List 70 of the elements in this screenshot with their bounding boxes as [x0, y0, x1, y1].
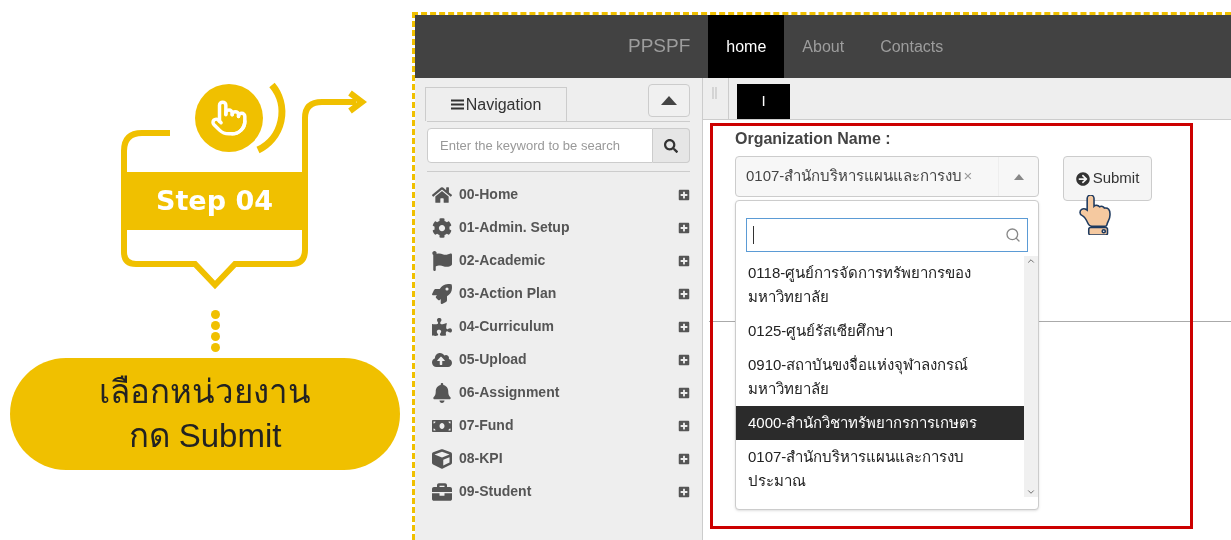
dropdown-option[interactable]: 0118-ศูนย์การจัดการทรัพยากรของมหาวิทยาลัย	[736, 256, 1024, 314]
search-button[interactable]	[653, 128, 690, 163]
dropdown-option[interactable]: 4000-สำนักวิชาทรัพยากรการเกษตร	[736, 406, 1024, 440]
search-icon	[1005, 227, 1021, 243]
nav-item[interactable]: 05-Upload	[427, 343, 690, 376]
chevron-up-icon[interactable]	[1026, 256, 1036, 266]
dropdown-option[interactable]: 0125-ศูนย์รัสเซียศึกษา	[736, 314, 1024, 348]
menu-icon	[450, 99, 464, 110]
nav-item-label: 09-Student	[459, 482, 533, 501]
nav-link[interactable]: Contacts	[862, 15, 962, 78]
dropdown-search-field[interactable]	[746, 218, 1028, 252]
search-icon	[664, 138, 679, 153]
nav-link[interactable]: home	[708, 15, 785, 78]
nav-link[interactable]: About	[784, 15, 863, 78]
nav-item-label: 04-Curriculum	[459, 317, 555, 336]
select-value: 0107-สำนักบริหารแผนและการงบ	[745, 166, 963, 187]
content-tab[interactable]: I	[737, 84, 790, 119]
search-field[interactable]: Enter the keyword to be search	[427, 128, 654, 163]
nav-item-label: 01-Admin. Setup	[459, 218, 571, 237]
nav-item-label: 02-Academic	[459, 251, 547, 270]
nav-item[interactable]: 07-Fund	[427, 409, 690, 442]
rocket-icon	[432, 283, 452, 304]
dropdown-option[interactable]: 0910-สถาบันขงจื่อแห่งจุฬาลงกรณ์มหาวิทยาลัย	[736, 348, 1024, 406]
nav-item[interactable]: 00-Home	[427, 178, 690, 211]
expand-icon	[678, 221, 690, 234]
nav-item[interactable]: 09-Student	[427, 475, 690, 508]
caret-up-icon	[1013, 173, 1024, 180]
expand-icon	[678, 386, 690, 399]
caret-up-icon	[661, 96, 677, 105]
nav-item-label: 08-KPI	[459, 449, 504, 468]
nav-item-label: 06-Assignment	[459, 383, 561, 402]
nav-item[interactable]: 03-Action Plan	[427, 277, 690, 310]
house-icon	[432, 184, 452, 205]
puzzle-icon	[432, 316, 452, 337]
expand-icon	[678, 353, 690, 366]
flag-icon	[432, 250, 452, 271]
nav-item-label: 03-Action Plan	[459, 284, 558, 303]
dropdown-option[interactable]: 0107-สำนักบริหารแผนและการงบประมาณ	[736, 440, 1024, 498]
expand-icon	[678, 485, 690, 498]
cube-icon	[432, 448, 452, 469]
nav-item-label: 05-Upload	[459, 350, 528, 369]
nav-item-label: 00-Home	[459, 185, 520, 204]
expand-icon	[678, 254, 690, 267]
chevron-down-icon[interactable]	[1026, 487, 1036, 497]
nav-item[interactable]: 06-Assignment	[427, 376, 690, 409]
organization-select[interactable]: 0107-สำนักบริหารแผนและการงบ×	[735, 156, 1039, 197]
navigation-tab-label: Navigation	[465, 94, 542, 115]
instruction-text: เลือกหน่วยงาน	[99, 372, 311, 412]
expand-icon	[678, 287, 690, 300]
nav-item-label: 07-Fund	[459, 416, 515, 435]
expand-icon	[678, 419, 690, 432]
navigation-tab[interactable]: Navigation	[425, 87, 567, 121]
drag-handle-icon[interactable]	[712, 87, 717, 99]
gear-icon	[432, 217, 452, 238]
step-label: Step 04	[156, 183, 273, 218]
nav-item[interactable]: 08-KPI	[427, 442, 690, 475]
expand-icon	[678, 320, 690, 333]
nav-item[interactable]: 02-Academic	[427, 244, 690, 277]
field-label: Organization Name :	[735, 129, 892, 149]
nav-item[interactable]: 04-Curriculum	[427, 310, 690, 343]
scrollbar[interactable]	[1024, 256, 1038, 497]
bell-icon	[432, 382, 452, 403]
brand-text: PPSPF	[628, 34, 691, 59]
nav-item[interactable]: 01-Admin. Setup	[427, 211, 690, 244]
collapse-button[interactable]	[648, 84, 690, 117]
submit-button[interactable]: Submit	[1063, 156, 1152, 201]
expand-icon	[678, 188, 690, 201]
expand-icon	[678, 452, 690, 465]
instruction-text: กด Submit	[128, 416, 282, 456]
briefcase-icon	[432, 481, 452, 502]
